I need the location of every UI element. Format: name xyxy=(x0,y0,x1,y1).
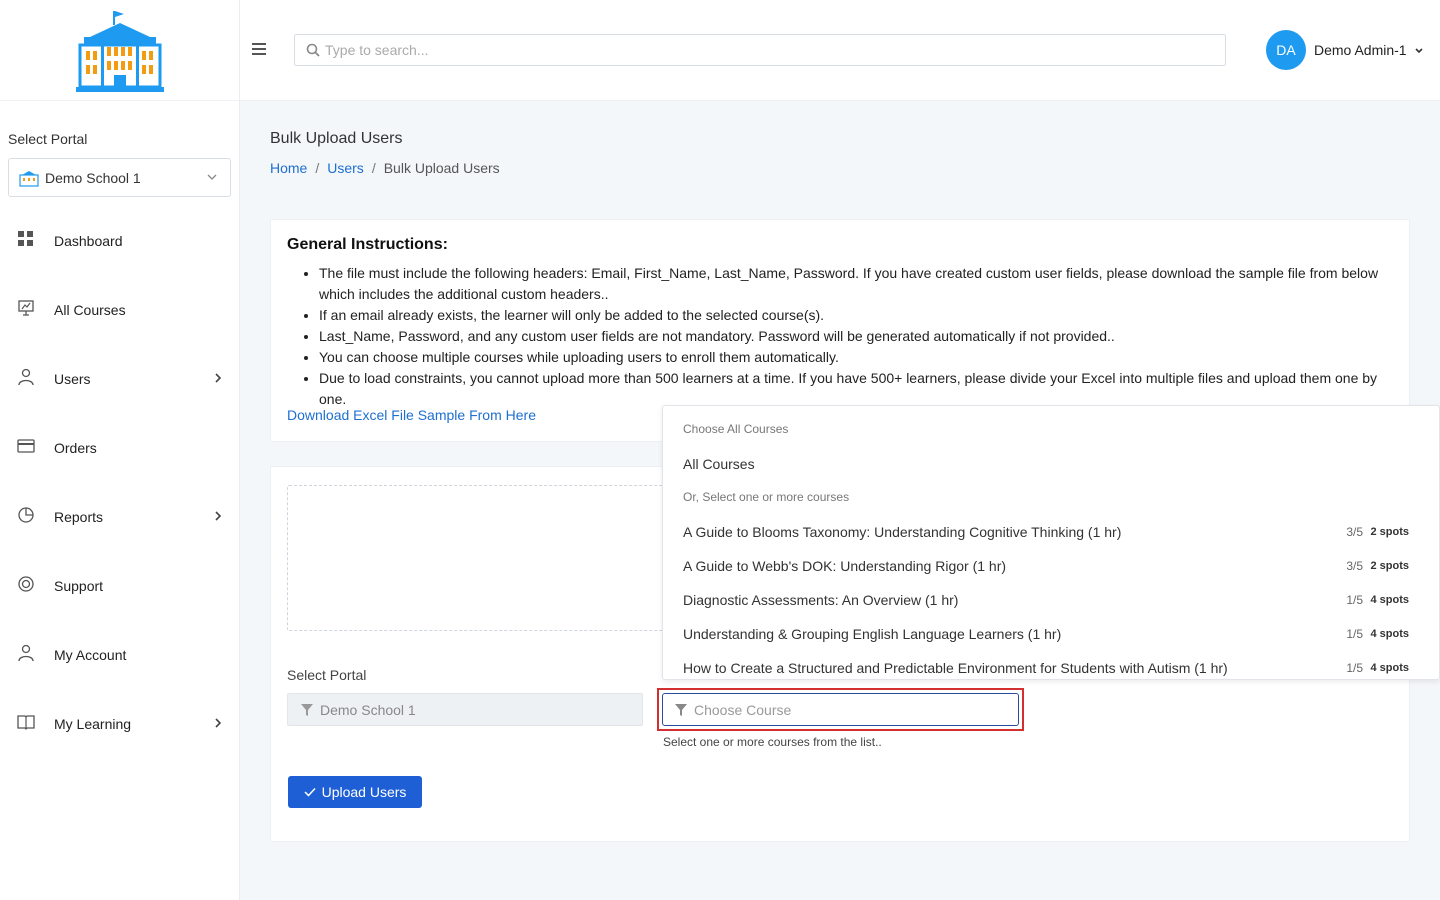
book-icon xyxy=(17,715,35,730)
option-label: How to Create a Structured and Predictab… xyxy=(683,660,1228,676)
breadcrumb-separator: / xyxy=(371,160,376,176)
form-portal-value: Demo School 1 xyxy=(320,701,416,718)
option-label: Diagnostic Assessments: An Overview (1 h… xyxy=(683,592,959,608)
dropdown-option-course[interactable]: A Guide to Blooms Taxonomy: Understandin… xyxy=(683,515,1409,549)
dropdown-option-course[interactable]: Diagnostic Assessments: An Overview (1 h… xyxy=(683,583,1409,617)
user-menu[interactable]: DA Demo Admin-1 xyxy=(1266,30,1424,70)
credit-card-icon xyxy=(17,439,35,453)
breadcrumb-separator: / xyxy=(315,160,320,176)
sidebar: Select Portal Demo School 1 Dashboard Al… xyxy=(0,0,240,900)
list-item: If an email already exists, the learner … xyxy=(319,305,1399,326)
sidebar-item-label: Reports xyxy=(54,508,104,525)
dashboard-icon xyxy=(18,231,33,246)
course-hint: Select one or more courses from the list… xyxy=(663,735,882,749)
chevron-right-icon xyxy=(215,511,222,521)
download-sample-link[interactable]: Download Excel File Sample From Here xyxy=(287,407,536,423)
search-icon xyxy=(306,43,320,57)
breadcrumb-current: Bulk Upload Users xyxy=(383,160,500,176)
course-select-placeholder: Choose Course xyxy=(694,701,792,718)
option-count: 1/5 xyxy=(1346,593,1363,607)
sidebar-item-label: Users xyxy=(54,370,91,387)
instructions-list: The file must include the following head… xyxy=(319,263,1399,410)
option-spots: 4 spots xyxy=(1370,594,1409,606)
breadcrumb: Home / Users / Bulk Upload Users xyxy=(270,160,500,176)
sidebar-item-dashboard[interactable]: Dashboard xyxy=(0,206,239,275)
sidebar-item-label: All Courses xyxy=(54,301,126,318)
option-spots: 4 spots xyxy=(1370,628,1409,640)
breadcrumb-home-link[interactable]: Home xyxy=(270,160,307,176)
list-item: Last_Name, Password, and any custom user… xyxy=(319,326,1399,347)
option-label: A Guide to Webb's DOK: Understanding Rig… xyxy=(683,558,1007,574)
form-select-portal-label: Select Portal xyxy=(287,667,367,683)
option-label: Understanding & Grouping English Languag… xyxy=(683,626,1062,642)
option-spots: 2 spots xyxy=(1370,560,1409,572)
menu-toggle-icon[interactable] xyxy=(252,43,266,55)
dropdown-option-course[interactable]: A Guide to Webb's DOK: Understanding Rig… xyxy=(683,549,1409,583)
option-count: 1/5 xyxy=(1346,661,1363,675)
chevron-right-icon xyxy=(215,373,222,383)
lifebuoy-icon xyxy=(18,576,34,592)
sidebar-item-label: My Account xyxy=(54,646,127,663)
option-count: 3/5 xyxy=(1346,525,1363,539)
user-icon xyxy=(18,644,34,662)
user-icon xyxy=(18,368,34,386)
sidebar-item-reports[interactable]: Reports xyxy=(0,482,239,551)
sidebar-item-label: Orders xyxy=(54,439,97,456)
page-title: Bulk Upload Users xyxy=(270,130,403,147)
list-item: Due to load constraints, you cannot uplo… xyxy=(319,368,1399,410)
list-item: You can choose multiple courses while up… xyxy=(319,347,1399,368)
upload-users-label: Upload Users xyxy=(321,784,407,800)
presentation-icon xyxy=(18,300,34,316)
option-count: 1/5 xyxy=(1346,627,1363,641)
school-logo-icon[interactable] xyxy=(75,7,164,93)
dropdown-group-select: Or, Select one or more courses xyxy=(683,490,850,504)
portal-select[interactable]: Demo School 1 xyxy=(8,158,231,197)
sidebar-item-users[interactable]: Users xyxy=(0,344,239,413)
search-input[interactable] xyxy=(325,42,1225,58)
school-icon xyxy=(19,170,39,187)
course-dropdown: Choose All Courses All Courses Or, Selec… xyxy=(662,405,1440,680)
portal-select-value: Demo School 1 xyxy=(45,169,141,186)
sidebar-item-label: Dashboard xyxy=(54,232,123,249)
chevron-down-icon xyxy=(207,174,217,180)
sidebar-item-orders[interactable]: Orders xyxy=(0,413,239,482)
breadcrumb-users-link[interactable]: Users xyxy=(327,160,364,176)
avatar: DA xyxy=(1266,30,1306,70)
filter-icon xyxy=(301,704,313,716)
option-spots: 4 spots xyxy=(1370,662,1409,674)
chevron-down-icon xyxy=(1415,48,1423,54)
dropdown-option-all-courses[interactable]: All Courses xyxy=(683,447,1409,481)
form-portal-select: Demo School 1 xyxy=(287,693,643,726)
user-name: Demo Admin-1 xyxy=(1314,42,1407,58)
chevron-right-icon xyxy=(215,718,222,728)
sidebar-item-label: Support xyxy=(54,577,104,594)
sidebar-item-my-account[interactable]: My Account xyxy=(0,620,239,689)
sidebar-item-label: My Learning xyxy=(54,715,132,732)
filter-icon xyxy=(675,704,687,716)
select-portal-label: Select Portal xyxy=(8,131,88,147)
course-select-input[interactable]: Choose Course xyxy=(662,693,1019,726)
dropdown-option-course[interactable]: How to Create a Structured and Predictab… xyxy=(683,651,1409,679)
logo-area xyxy=(0,0,239,101)
top-header: DA Demo Admin-1 xyxy=(240,0,1440,101)
upload-users-button[interactable]: Upload Users xyxy=(288,776,422,808)
sidebar-item-all-courses[interactable]: All Courses xyxy=(0,275,239,344)
dropdown-option-course[interactable]: Understanding & Grouping English Languag… xyxy=(683,617,1409,651)
list-item: The file must include the following head… xyxy=(319,263,1399,305)
option-label: All Courses xyxy=(683,456,755,472)
sidebar-item-support[interactable]: Support xyxy=(0,551,239,620)
option-spots: 2 spots xyxy=(1370,526,1409,538)
sidebar-item-my-learning[interactable]: My Learning xyxy=(0,689,239,758)
dropdown-group-all: Choose All Courses xyxy=(683,422,789,436)
course-select-highlight: Choose Course xyxy=(657,688,1024,731)
option-count: 3/5 xyxy=(1346,559,1363,573)
option-label: A Guide to Blooms Taxonomy: Understandin… xyxy=(683,524,1122,540)
pie-chart-icon xyxy=(18,507,34,523)
instructions-heading: General Instructions: xyxy=(287,236,448,253)
search-box[interactable] xyxy=(294,34,1226,66)
sidebar-nav: Dashboard All Courses Users Orders Repor… xyxy=(0,206,239,758)
check-icon xyxy=(304,787,316,797)
